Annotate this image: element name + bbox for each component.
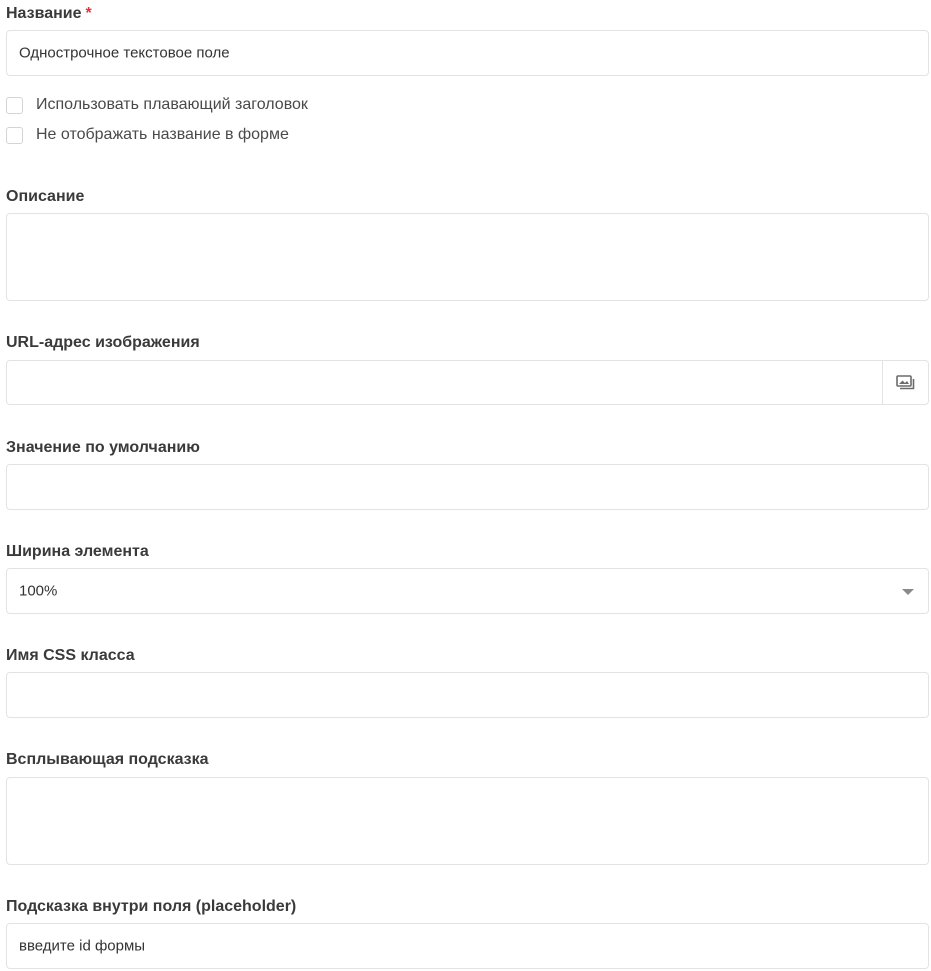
description-label: Описание (6, 188, 85, 205)
default-value-label: Значение по умолчанию (6, 439, 200, 456)
default-value-input[interactable] (6, 464, 929, 510)
element-width-select[interactable]: 100% (6, 568, 929, 614)
placeholder-label: Подсказка внутри поля (placeholder) (6, 898, 297, 915)
name-label: Название * (6, 4, 92, 24)
tooltip-label: Всплывающая подсказка (6, 751, 209, 768)
image-gallery-icon (895, 374, 914, 389)
image-picker-button[interactable] (882, 361, 928, 404)
field-settings-form: Название * Однострочное текстовое поле Ис… (0, 0, 931, 971)
hide-name-option[interactable]: Не отображать название в форме (6, 125, 289, 145)
chevron-down-icon (902, 589, 914, 595)
element-width-selected: 100% (19, 582, 58, 600)
image-url-input[interactable] (6, 360, 929, 405)
css-class-label: Имя CSS класса (6, 647, 135, 664)
image-url-label: URL-адрес изображения (6, 334, 200, 351)
tooltip-textarea[interactable] (6, 777, 929, 865)
placeholder-input[interactable]: введите id формы (6, 923, 929, 969)
css-class-input[interactable] (6, 672, 929, 718)
name-label-text: Название (6, 5, 82, 22)
floating-label-option[interactable]: Использовать плавающий заголовок (6, 95, 308, 115)
floating-label-checkbox-label[interactable]: Использовать плавающий заголовок (36, 96, 308, 114)
name-input[interactable]: Однострочное текстовое поле (6, 30, 929, 76)
placeholder-value: введите id формы (19, 937, 146, 955)
required-mark: * (85, 5, 92, 22)
floating-label-checkbox[interactable] (6, 96, 23, 114)
description-textarea[interactable] (6, 213, 929, 301)
hide-name-checkbox-label[interactable]: Не отображать название в форме (36, 126, 289, 144)
element-width-label: Ширина элемента (6, 543, 149, 560)
hide-name-checkbox[interactable] (6, 126, 23, 144)
name-input-value: Однострочное текстовое поле (19, 44, 230, 62)
